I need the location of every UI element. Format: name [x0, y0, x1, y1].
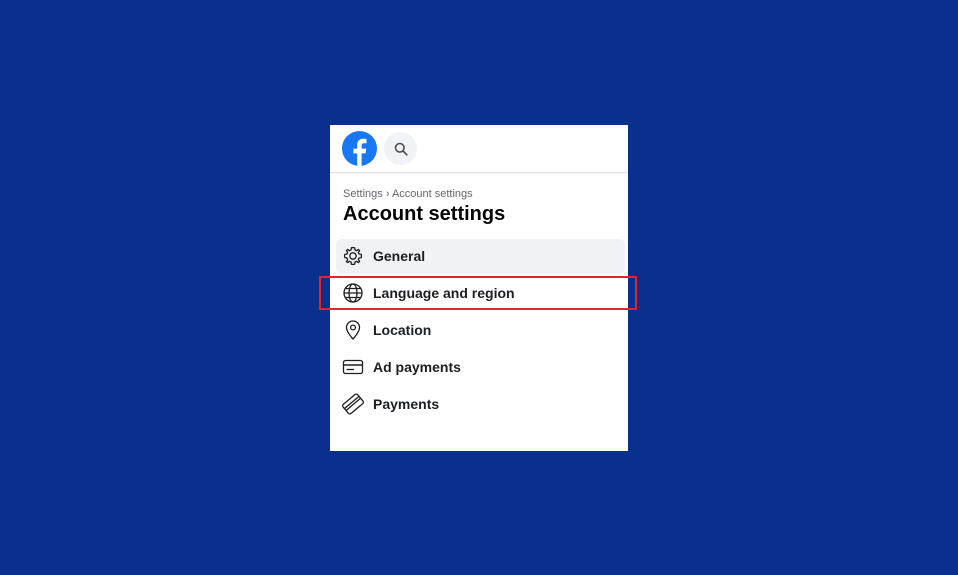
menu-item-language-and-region[interactable]: Language and region — [336, 276, 625, 311]
search-button[interactable] — [384, 132, 417, 165]
page-title: Account settings — [343, 203, 506, 225]
gear-icon — [342, 245, 364, 267]
menu-item-label: Language and region — [373, 285, 515, 301]
top-bar — [330, 125, 628, 173]
menu-item-label: Location — [373, 322, 432, 338]
location-pin-icon — [342, 319, 364, 341]
menu-item-general[interactable]: General — [336, 239, 625, 274]
menu-item-payments[interactable]: Payments — [336, 387, 625, 422]
menu-item-label: Ad payments — [373, 359, 461, 375]
breadcrumb-settings-link[interactable]: Settings — [343, 188, 383, 200]
facebook-logo-icon[interactable] — [342, 131, 377, 166]
menu-item-label: Payments — [373, 396, 440, 412]
menu-item-label: General — [373, 248, 426, 264]
account-settings-panel: Settings › Account settings Account sett… — [330, 125, 628, 451]
menu-item-location[interactable]: Location — [336, 313, 625, 348]
card-icon — [342, 356, 364, 378]
breadcrumb: Settings › Account settings — [343, 188, 473, 200]
search-icon — [394, 142, 408, 156]
payment-card-icon — [342, 393, 364, 415]
breadcrumb-separator: › — [385, 188, 390, 200]
menu-item-ad-payments[interactable]: Ad payments — [336, 350, 625, 385]
breadcrumb-current: Account settings — [391, 188, 473, 200]
globe-icon — [342, 282, 364, 304]
